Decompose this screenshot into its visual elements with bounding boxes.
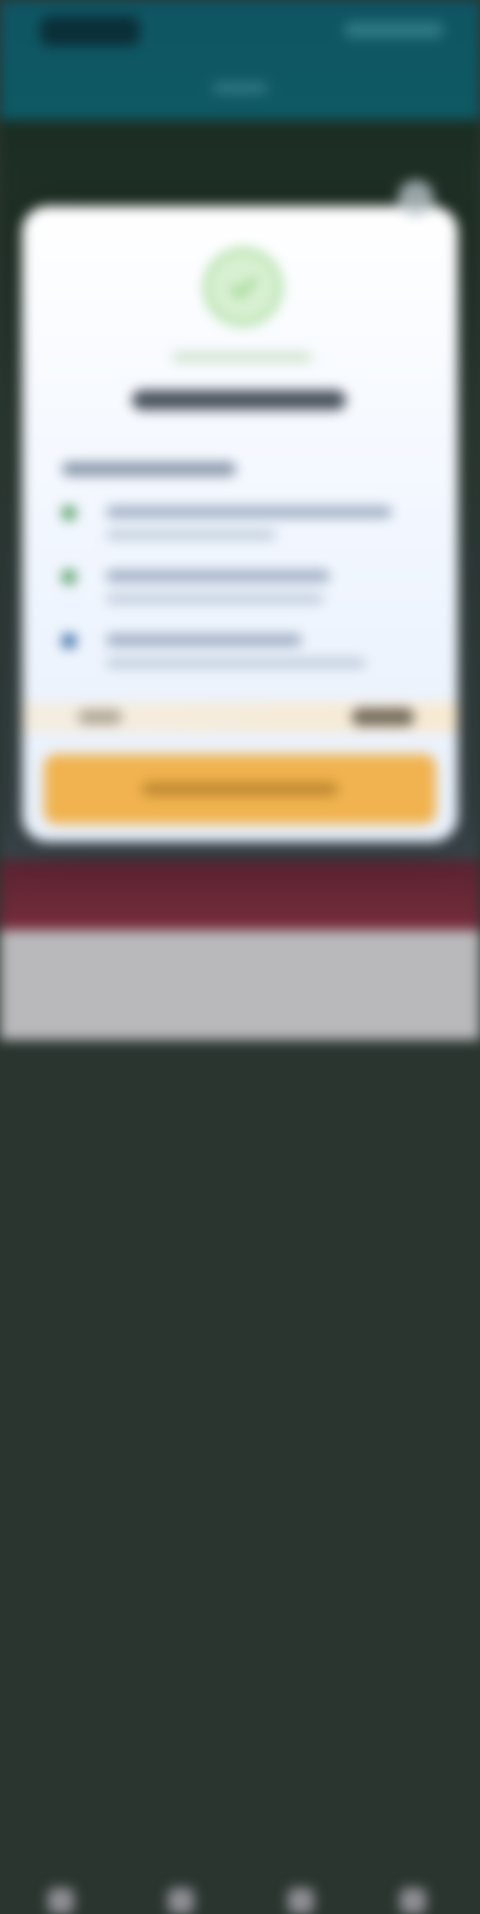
bottom-navigation [0, 930, 480, 1914]
nav-item-3[interactable] [288, 1888, 314, 1914]
feature-subtext [106, 594, 324, 604]
check-circle-icon [204, 248, 282, 326]
status-indicators [344, 22, 444, 38]
upgrade-button[interactable] [44, 754, 436, 824]
features-heading [62, 462, 236, 476]
price-row [22, 702, 458, 732]
upgrade-button-label [142, 782, 338, 796]
feature-text [106, 634, 302, 646]
modal-title [132, 390, 346, 410]
feature-subtext [106, 530, 276, 540]
price-label [78, 710, 122, 724]
nav-item-1[interactable] [48, 1888, 74, 1914]
check-mark-icon [230, 277, 257, 299]
close-icon[interactable] [398, 180, 434, 216]
price-value [352, 708, 414, 726]
feature-text [106, 570, 330, 582]
modal-subtitle [172, 352, 312, 362]
feature-text [106, 506, 392, 518]
check-icon [62, 570, 76, 584]
info-icon [62, 634, 76, 648]
background-banner [0, 860, 480, 940]
app-header-area [0, 0, 480, 130]
page-title [212, 82, 268, 94]
upgrade-modal [22, 180, 458, 842]
feature-subtext [106, 658, 366, 668]
nav-item-2[interactable] [168, 1888, 194, 1914]
check-icon [62, 506, 76, 520]
nav-item-4[interactable] [400, 1888, 426, 1914]
status-bar [0, 0, 480, 60]
status-time [40, 16, 140, 46]
